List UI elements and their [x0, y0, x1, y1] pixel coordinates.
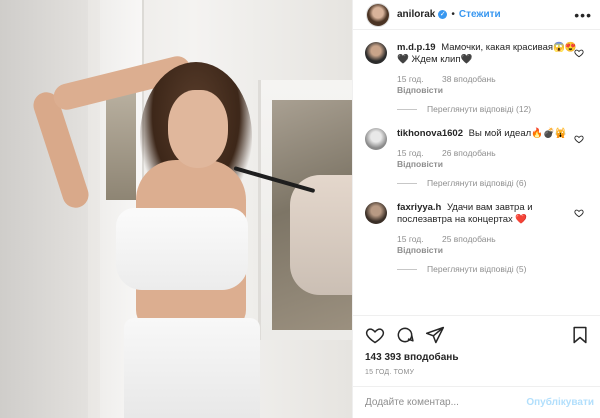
comment-age[interactable]: 15 год.	[397, 74, 424, 84]
photo-door-window	[106, 90, 136, 200]
post-actions: 143 393 вподобань 15 ГОД. ТОМУ	[353, 315, 600, 376]
photo-face	[168, 90, 228, 168]
photo-white-pants	[124, 318, 260, 418]
comment-meta: 15 год. 38 вподобань Відповісти	[397, 74, 577, 96]
comment-like-icon[interactable]	[574, 134, 584, 144]
comment-likes[interactable]: 38 вподобань	[442, 74, 496, 84]
comment-meta: 15 год. 26 вподобань Відповісти	[397, 148, 577, 170]
comment-item: tikhonova1602 Вы мой идеал🔥💣🙀 15 год. 26…	[365, 128, 590, 188]
view-replies-label: Переглянути відповіді (6)	[427, 178, 527, 188]
comment-input[interactable]	[365, 397, 527, 408]
commenter-username[interactable]: faxriyya.h	[397, 202, 441, 213]
commenter-avatar[interactable]	[365, 128, 387, 150]
like-icon[interactable]	[365, 325, 385, 345]
post-header: anilorak ✓ • Стежити •••	[353, 0, 600, 30]
reply-button[interactable]: Відповісти	[397, 85, 561, 96]
comment-age[interactable]: 15 год.	[397, 234, 424, 244]
instagram-post: anilorak ✓ • Стежити ••• m.d.p.19 Мамочк…	[0, 0, 600, 418]
post-time[interactable]: 15 ГОД. ТОМУ	[365, 369, 590, 376]
replies-divider	[397, 268, 417, 270]
more-options-icon[interactable]: •••	[574, 8, 592, 22]
comment-body: faxriyya.h Удачи вам завтра и послезавтр…	[397, 202, 577, 274]
post-side-panel: anilorak ✓ • Стежити ••• m.d.p.19 Мамочк…	[352, 0, 600, 418]
comment-item: m.d.p.19 Мамочки, какая красивая😱😍🖤 Ждем…	[365, 42, 590, 114]
commenter-username[interactable]: tikhonova1602	[397, 128, 463, 139]
author-avatar[interactable]	[367, 3, 389, 26]
author-username[interactable]: anilorak	[397, 9, 435, 20]
view-replies-button[interactable]: Переглянути відповіді (6)	[397, 178, 577, 188]
commenter-username[interactable]: m.d.p.19	[397, 42, 436, 53]
comment-text-line: m.d.p.19 Мамочки, какая красивая😱😍🖤 Ждем…	[397, 42, 577, 66]
action-icons-row	[365, 324, 590, 346]
comment-icon[interactable]	[395, 325, 415, 345]
replies-divider	[397, 108, 417, 110]
header-separator: •	[451, 9, 455, 20]
likes-count[interactable]: 143 393 вподобань	[365, 352, 590, 363]
comment-text-line: faxriyya.h Удачи вам завтра и послезавтр…	[397, 202, 577, 226]
photo-white-top	[116, 208, 248, 290]
photo-makeup-artist-arm	[290, 175, 352, 295]
publish-button[interactable]: Опублікувати	[526, 397, 594, 408]
comment-age[interactable]: 15 год.	[397, 148, 424, 158]
comment-likes[interactable]: 25 вподобань	[442, 234, 496, 244]
comment-text: Вы мой идеал🔥💣🙀	[468, 128, 567, 139]
add-comment-bar: Опублікувати	[353, 386, 600, 418]
comment-like-icon[interactable]	[574, 48, 584, 58]
comment-text-line: tikhonova1602 Вы мой идеал🔥💣🙀	[397, 128, 577, 140]
commenter-avatar[interactable]	[365, 42, 387, 64]
follow-button[interactable]: Стежити	[459, 9, 501, 20]
comment-body: m.d.p.19 Мамочки, какая красивая😱😍🖤 Ждем…	[397, 42, 577, 114]
view-replies-button[interactable]: Переглянути відповіді (5)	[397, 264, 577, 274]
comment-like-icon[interactable]	[574, 208, 584, 218]
commenter-avatar[interactable]	[365, 202, 387, 224]
comment-item: faxriyya.h Удачи вам завтра и послезавтр…	[365, 202, 590, 274]
verified-badge-icon: ✓	[438, 10, 448, 19]
view-replies-label: Переглянути відповіді (5)	[427, 264, 527, 274]
post-photo[interactable]	[0, 0, 352, 418]
reply-button[interactable]: Відповісти	[397, 159, 561, 170]
photo-wall	[0, 0, 88, 418]
replies-divider	[397, 182, 417, 184]
comments-list[interactable]: m.d.p.19 Мамочки, какая красивая😱😍🖤 Ждем…	[353, 30, 600, 315]
reply-button[interactable]: Відповісти	[397, 245, 561, 256]
share-icon[interactable]	[425, 325, 445, 345]
save-icon[interactable]	[570, 325, 590, 345]
comment-meta: 15 год. 25 вподобань Відповісти	[397, 234, 577, 256]
comment-body: tikhonova1602 Вы мой идеал🔥💣🙀 15 год. 26…	[397, 128, 577, 188]
comment-likes[interactable]: 26 вподобань	[442, 148, 496, 158]
view-replies-label: Переглянути відповіді (12)	[427, 104, 532, 114]
view-replies-button[interactable]: Переглянути відповіді (12)	[397, 104, 577, 114]
